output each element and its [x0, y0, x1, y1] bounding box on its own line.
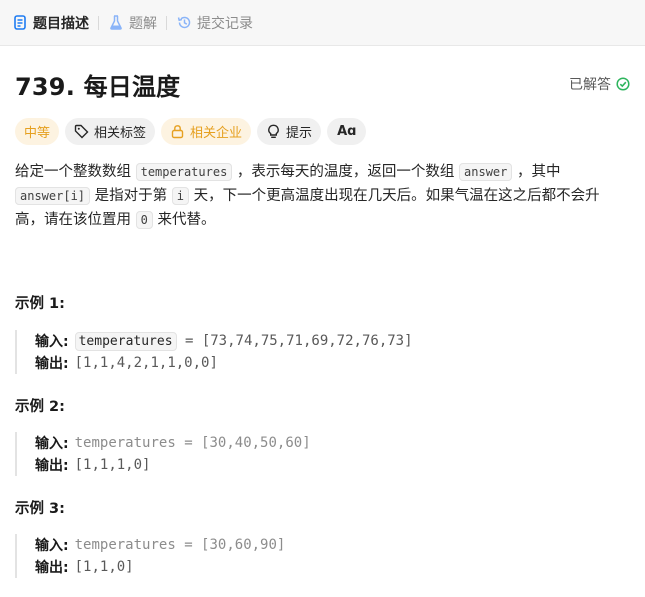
tab-submissions[interactable]: 提交记录 [176, 0, 253, 46]
output-value: [1,1,0] [74, 559, 134, 575]
description-text: ，其中 [512, 164, 561, 180]
tab-solutions-label: 题解 [129, 15, 157, 32]
tab-solutions[interactable]: 题解 [108, 0, 157, 46]
inline-code: 0 [135, 211, 153, 229]
hint-label: 提示 [286, 126, 313, 141]
description-text: 是指对于第 [90, 188, 172, 204]
example-block: 输入: temperatures = [30,60,90] 输出: [1,1,0] [15, 534, 285, 578]
tab-description[interactable]: 题目描述 [12, 0, 89, 46]
output-label: 输出: [35, 560, 69, 576]
example-input: 输入: temperatures = [30,40,50,60] [35, 432, 311, 454]
description-text: 来代替。 [152, 212, 216, 228]
output-value: [1,1,4,2,1,1,0,0] [74, 355, 218, 371]
solved-status-label: 已解答 [569, 77, 611, 93]
lock-icon [170, 124, 185, 139]
lightbulb-icon [266, 124, 281, 139]
tab-description-label: 题目描述 [33, 15, 89, 32]
description-text: 给定一个整数数组 [15, 164, 136, 180]
input-variable: temperatures [74, 537, 176, 553]
tab-divider [98, 15, 99, 30]
tag-row: 中等 相关标签 相关企业 提示 Aɑ [15, 118, 367, 145]
output-label: 输出: [35, 356, 69, 372]
related-company-button[interactable]: 相关企业 [161, 118, 252, 145]
example-output: 输出: [1,1,4,2,1,1,0,0] [35, 352, 413, 374]
example-title: 示例 1: [15, 296, 65, 312]
difficulty-badge: 中等 [15, 118, 60, 145]
output-label: 输出: [35, 458, 69, 474]
inline-code: answer[i] [15, 187, 91, 205]
tab-divider [166, 15, 167, 30]
title-row: 739. 每日温度 已解答 [15, 66, 630, 102]
document-icon [12, 15, 28, 31]
input-label: 输入: [35, 436, 69, 452]
related-tags-label: 相关标签 [94, 126, 147, 141]
input-variable: temperatures [74, 435, 176, 451]
flask-icon [108, 15, 124, 31]
inline-code: temperatures [135, 163, 233, 181]
tab-bar: 题目描述 题解 提交记录 [0, 0, 645, 46]
input-value: = [73,74,75,71,69,72,76,73] [176, 333, 413, 349]
history-icon [176, 15, 192, 31]
example-title: 示例 2: [15, 399, 65, 415]
translate-button[interactable]: Aɑ [327, 118, 367, 145]
input-value: = [30,40,50,60] [175, 435, 311, 451]
example-input: 输入: temperatures = [30,60,90] [35, 534, 285, 556]
input-label: 输入: [35, 538, 69, 554]
example-block: 输入: temperatures = [73,74,75,71,69,72,76,… [15, 330, 413, 374]
example-output: 输出: [1,1,0] [35, 556, 285, 578]
tab-submissions-label: 提交记录 [197, 15, 253, 32]
check-circle-icon [616, 77, 630, 91]
description-text: ，表示每天的温度，返回一个数组 [232, 164, 460, 180]
hint-button[interactable]: 提示 [257, 118, 322, 145]
inline-code: i [171, 187, 189, 205]
example-output: 输出: [1,1,1,0] [35, 454, 311, 476]
input-label: 输入: [35, 334, 69, 350]
translate-icon: Aɑ [337, 124, 357, 139]
input-variable: temperatures [74, 331, 177, 351]
inline-code: answer [459, 163, 513, 181]
solved-status: 已解答 [569, 74, 630, 94]
example-input: 输入: temperatures = [73,74,75,71,69,72,76,… [35, 330, 413, 352]
problem-title[interactable]: 739. 每日温度 [15, 67, 180, 102]
related-tags-button[interactable]: 相关标签 [65, 118, 156, 145]
example-block: 输入: temperatures = [30,40,50,60] 输出: [1,1,… [15, 432, 311, 476]
output-value: [1,1,1,0] [74, 457, 151, 473]
input-value: = [30,60,90] [175, 537, 286, 553]
example-title: 示例 3: [15, 501, 65, 517]
problem-description: 给定一个整数数组 temperatures ，表示每天的温度，返回一个数组 an… [15, 160, 625, 232]
related-company-label: 相关企业 [190, 126, 243, 141]
tag-icon [74, 124, 89, 139]
